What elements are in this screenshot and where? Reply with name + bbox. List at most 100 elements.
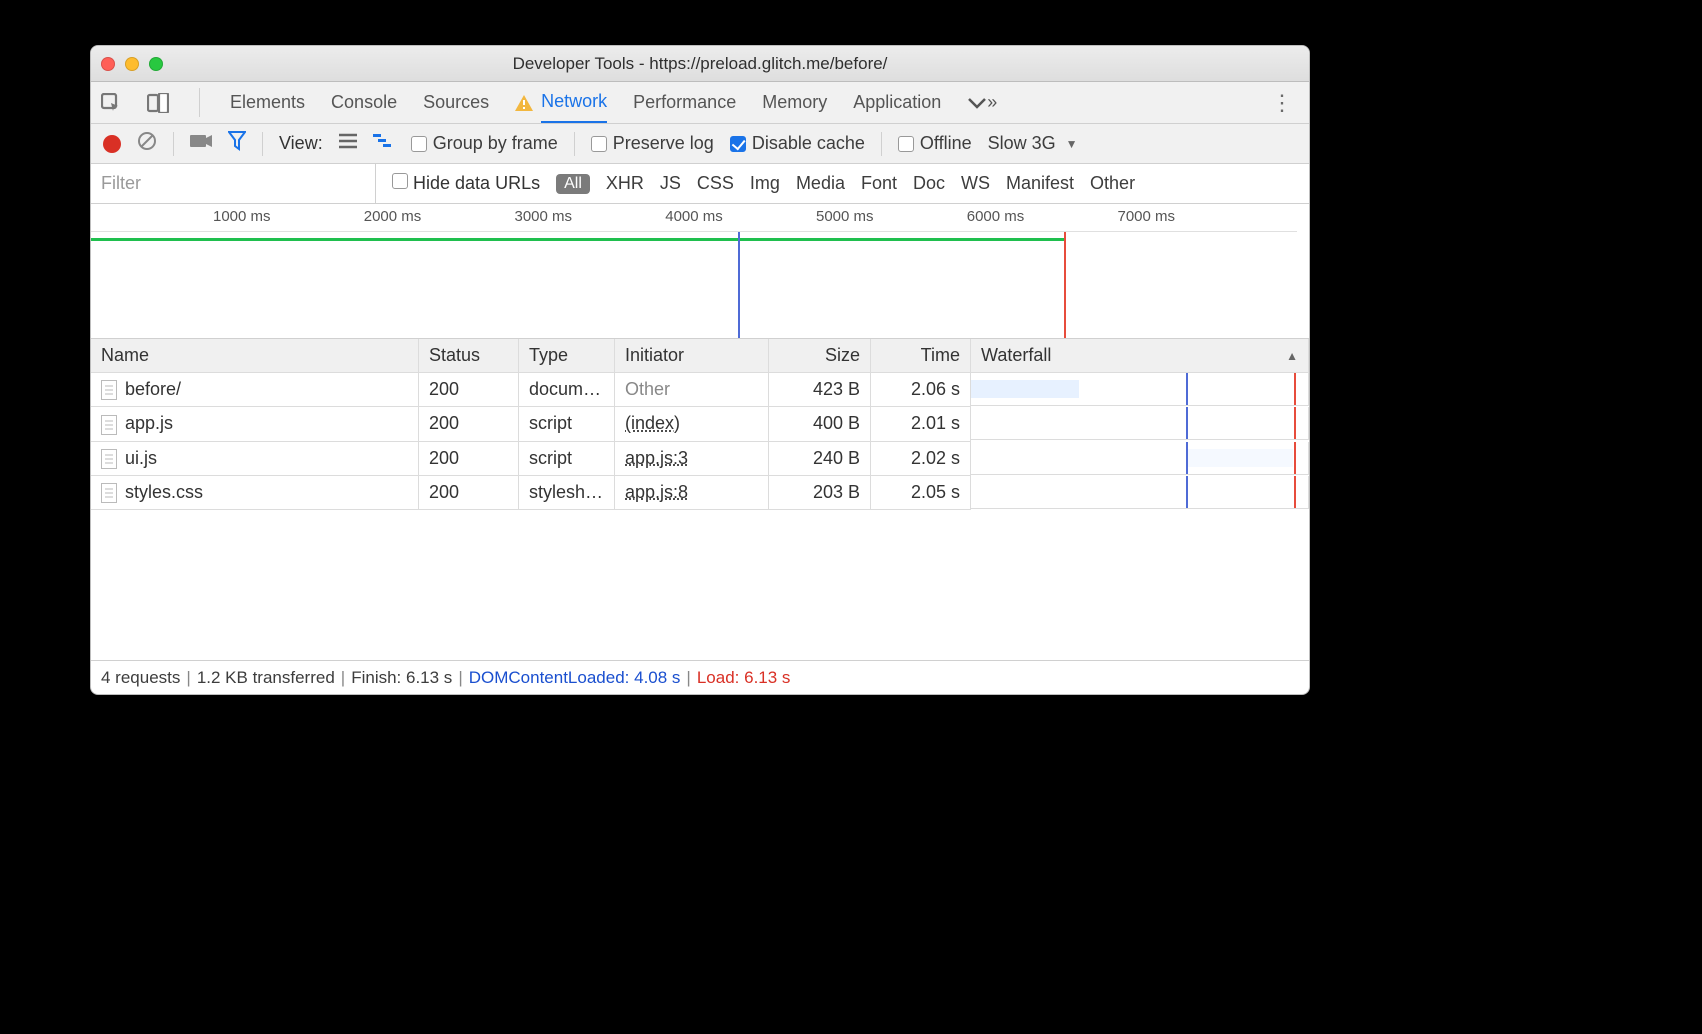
column-header-type[interactable]: Type bbox=[519, 339, 615, 373]
request-status: 200 bbox=[419, 476, 519, 510]
waterfall-bar bbox=[971, 380, 1079, 398]
request-name[interactable]: before/ bbox=[91, 373, 419, 407]
filter-type-doc[interactable]: Doc bbox=[913, 173, 945, 194]
request-waterfall[interactable] bbox=[971, 373, 1309, 406]
file-icon bbox=[101, 415, 117, 435]
overview-timeline[interactable]: 1000 ms2000 ms3000 ms4000 ms5000 ms6000 … bbox=[91, 204, 1309, 339]
request-type: stylesh… bbox=[519, 476, 615, 510]
timeline-tick: 6000 ms bbox=[845, 204, 996, 231]
disable-cache-checkbox[interactable]: Disable cache bbox=[730, 133, 865, 154]
request-waterfall[interactable] bbox=[971, 476, 1309, 509]
filter-placeholder: Filter bbox=[101, 173, 141, 194]
request-name[interactable]: ui.js bbox=[91, 442, 419, 476]
hide-data-urls-checkbox[interactable]: Hide data URLs bbox=[392, 173, 540, 194]
status-bar: 4 requests| 1.2 KB transferred| Finish: … bbox=[91, 660, 1309, 694]
timeline-tick: 7000 ms bbox=[996, 204, 1147, 231]
filter-input[interactable]: Filter bbox=[91, 164, 376, 203]
window-title: Developer Tools - https://preload.glitch… bbox=[91, 54, 1309, 74]
tab-performance[interactable]: Performance bbox=[633, 92, 736, 113]
view-waterfall-icon[interactable] bbox=[373, 133, 395, 154]
request-name[interactable]: styles.css bbox=[91, 476, 419, 510]
divider bbox=[574, 132, 575, 156]
filter-type-all[interactable]: All bbox=[556, 174, 590, 194]
column-header-initiator[interactable]: Initiator bbox=[615, 339, 769, 373]
view-list-icon[interactable] bbox=[339, 133, 357, 154]
waterfall-load-marker bbox=[1294, 407, 1296, 439]
chevron-down-icon: ▼ bbox=[1066, 137, 1078, 151]
status-finish: Finish: 6.13 s bbox=[351, 668, 452, 688]
device-toolbar-icon[interactable] bbox=[147, 93, 169, 113]
record-button[interactable] bbox=[103, 135, 121, 153]
column-header-time[interactable]: Time bbox=[871, 339, 971, 373]
request-initiator[interactable]: app.js:3 bbox=[615, 442, 769, 476]
request-status: 200 bbox=[419, 442, 519, 476]
request-waterfall[interactable] bbox=[971, 442, 1309, 475]
request-initiator[interactable]: app.js:8 bbox=[615, 476, 769, 510]
filter-type-media[interactable]: Media bbox=[796, 173, 845, 194]
more-tabs-icon[interactable]: » bbox=[967, 92, 997, 113]
overview-dcl-marker bbox=[738, 232, 740, 338]
timeline-tick: 2000 ms bbox=[242, 204, 393, 231]
offline-checkbox[interactable]: Offline bbox=[898, 133, 972, 154]
request-initiator[interactable]: (index) bbox=[615, 407, 769, 441]
inspect-element-icon[interactable] bbox=[101, 93, 121, 113]
filter-type-xhr[interactable]: XHR bbox=[606, 173, 644, 194]
table-blank-area bbox=[91, 510, 1309, 660]
waterfall-bar bbox=[1079, 414, 1185, 432]
sort-indicator-icon: ▲ bbox=[1286, 349, 1298, 363]
tab-memory[interactable]: Memory bbox=[762, 92, 827, 113]
file-icon bbox=[101, 449, 117, 469]
network-toolbar: View: Group by frame Preserve log Disabl… bbox=[91, 124, 1309, 164]
request-time: 2.05 s bbox=[871, 476, 971, 510]
column-header-waterfall[interactable]: Waterfall▲ bbox=[971, 339, 1309, 373]
throttling-select[interactable]: Slow 3G ▼ bbox=[988, 133, 1078, 154]
request-size: 423 B bbox=[769, 373, 871, 407]
checkbox-icon bbox=[411, 136, 427, 152]
filter-type-font[interactable]: Font bbox=[861, 173, 897, 194]
filter-type-css[interactable]: CSS bbox=[697, 173, 734, 194]
filter-type-other[interactable]: Other bbox=[1090, 173, 1135, 194]
divider bbox=[262, 132, 263, 156]
waterfall-dcl-marker bbox=[1186, 476, 1188, 508]
timeline-tick: 4000 ms bbox=[543, 204, 694, 231]
group-by-frame-label: Group by frame bbox=[433, 133, 558, 154]
tab-sources[interactable]: Sources bbox=[423, 92, 489, 113]
status-transferred: 1.2 KB transferred bbox=[197, 668, 335, 688]
column-header-name[interactable]: Name bbox=[91, 339, 419, 373]
checkbox-icon bbox=[898, 136, 914, 152]
request-type: script bbox=[519, 442, 615, 476]
request-time: 2.01 s bbox=[871, 407, 971, 441]
clear-button[interactable] bbox=[137, 131, 157, 156]
filter-type-js[interactable]: JS bbox=[660, 173, 681, 194]
request-name[interactable]: app.js bbox=[91, 407, 419, 441]
waterfall-dcl-marker bbox=[1186, 407, 1188, 439]
tab-elements[interactable]: Elements bbox=[230, 92, 305, 113]
devtools-window: Developer Tools - https://preload.glitch… bbox=[90, 45, 1310, 695]
checkbox-icon bbox=[591, 136, 607, 152]
status-requests: 4 requests bbox=[101, 668, 180, 688]
filter-type-ws[interactable]: WS bbox=[961, 173, 990, 194]
timeline-tick: 3000 ms bbox=[393, 204, 544, 231]
column-header-status[interactable]: Status bbox=[419, 339, 519, 373]
panel-tabs: Elements Console Sources Network Perform… bbox=[91, 82, 1309, 124]
tab-application[interactable]: Application bbox=[853, 92, 941, 113]
hide-data-urls-label: Hide data URLs bbox=[413, 173, 540, 193]
waterfall-bar bbox=[1187, 483, 1295, 501]
checkbox-icon bbox=[392, 173, 408, 189]
tab-console[interactable]: Console bbox=[331, 92, 397, 113]
filter-type-manifest[interactable]: Manifest bbox=[1006, 173, 1074, 194]
column-header-size[interactable]: Size bbox=[769, 339, 871, 373]
timeline-tick: 5000 ms bbox=[694, 204, 845, 231]
settings-kebab-icon[interactable]: ⋮ bbox=[1265, 90, 1299, 116]
tab-network[interactable]: Network bbox=[541, 82, 607, 123]
group-by-frame-checkbox[interactable]: Group by frame bbox=[411, 133, 558, 154]
titlebar: Developer Tools - https://preload.glitch… bbox=[91, 46, 1309, 82]
request-waterfall[interactable] bbox=[971, 407, 1309, 440]
timeline-tick: 1000 ms bbox=[91, 204, 242, 231]
filter-toggle-icon[interactable] bbox=[228, 131, 246, 156]
preserve-log-checkbox[interactable]: Preserve log bbox=[591, 133, 714, 154]
screenshot-icon[interactable] bbox=[190, 133, 212, 154]
filter-type-img[interactable]: Img bbox=[750, 173, 780, 194]
overview-load-marker bbox=[1064, 232, 1066, 338]
request-initiator: Other bbox=[615, 373, 769, 407]
